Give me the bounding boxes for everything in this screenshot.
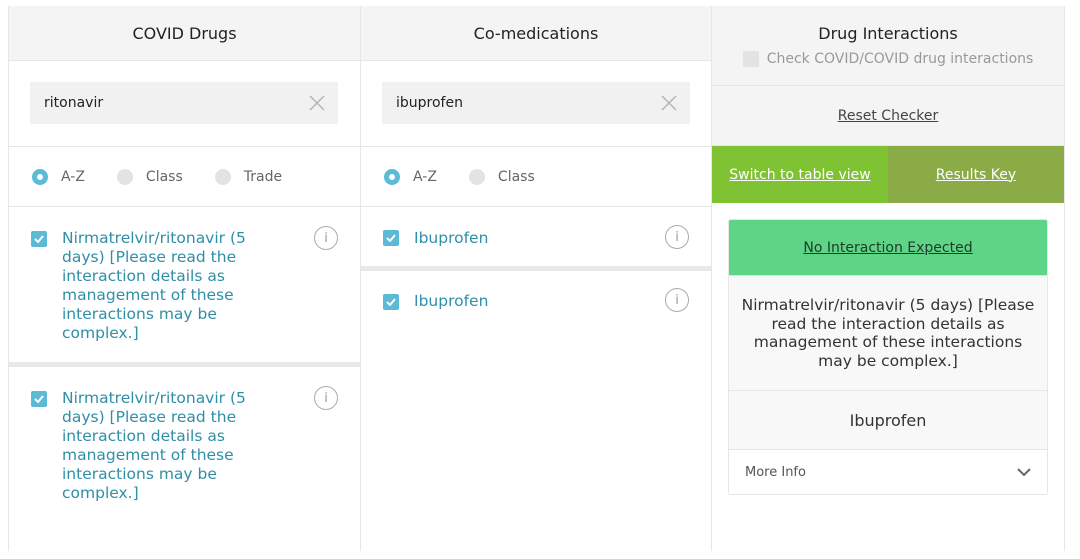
radio-selected-icon [384, 168, 400, 185]
covid-sort-options: A-Z Class Trade [9, 147, 360, 207]
close-icon[interactable] [308, 94, 326, 112]
radio-az[interactable]: A-Z [32, 168, 85, 185]
checkbox-checked-icon[interactable] [31, 231, 47, 247]
comed-sort-options: A-Z Class [361, 147, 711, 207]
comedications-column: Co-medications A-Z Class [360, 6, 711, 551]
checkbox-checked-icon[interactable] [383, 294, 399, 310]
checkbox-checked-icon[interactable] [383, 230, 399, 246]
info-icon[interactable]: i [314, 226, 338, 250]
comed-search-input[interactable] [382, 82, 652, 124]
comedications-header: Co-medications [361, 6, 711, 61]
list-item[interactable]: Ibuprofen i [361, 207, 711, 271]
list-item[interactable]: Ibuprofen i [361, 271, 711, 312]
interaction-checker: COVID Drugs A-Z Class Trade [0, 0, 1080, 559]
checkbox-checked-icon[interactable] [31, 391, 47, 407]
reset-row: Reset Checker [712, 86, 1064, 146]
covid-search-box [30, 82, 338, 124]
radio-class[interactable]: Class [468, 168, 535, 185]
interactions-title: Drug Interactions [818, 24, 958, 43]
radio-trade-label: Trade [243, 168, 283, 185]
list-item[interactable]: Nirmatrelvir/ritonavir (5 days) [Please … [9, 367, 360, 503]
reset-checker-link[interactable]: Reset Checker [838, 108, 939, 124]
drug-label: Nirmatrelvir/ritonavir (5 days) [Please … [62, 389, 246, 502]
radio-unselected-icon [214, 168, 231, 185]
interactions-header: Drug Interactions Check COVID/COVID drug… [712, 6, 1064, 86]
results-key-button[interactable]: Results Key [888, 146, 1064, 203]
covid-search-input[interactable] [30, 82, 300, 124]
info-icon[interactable]: i [665, 288, 689, 312]
covid-covid-check-label: Check COVID/COVID drug interactions [766, 51, 1034, 67]
result-comedication: Ibuprofen [729, 391, 1047, 450]
radio-az-label: A-Z [61, 168, 85, 185]
info-icon[interactable]: i [314, 386, 338, 410]
radio-class-label: Class [497, 168, 535, 185]
radio-unselected-icon [116, 168, 133, 185]
more-info-label: More Info [745, 464, 806, 480]
checkbox-unchecked-icon[interactable] [742, 51, 759, 67]
drug-label: Nirmatrelvir/ritonavir (5 days) [Please … [62, 229, 246, 342]
radio-trade[interactable]: Trade [214, 168, 283, 185]
more-info-toggle[interactable]: More Info [729, 450, 1047, 494]
comed-search-area [361, 61, 711, 147]
interaction-status-link[interactable]: No Interaction Expected [729, 220, 1047, 276]
drug-label: Ibuprofen [414, 229, 489, 247]
view-buttons: Switch to table view Results Key [712, 146, 1064, 203]
interaction-result-card: No Interaction Expected Nirmatrelvir/rit… [728, 219, 1048, 495]
chevron-down-icon [1017, 467, 1031, 476]
comed-search-box [382, 82, 690, 124]
info-icon[interactable]: i [665, 225, 689, 249]
covid-drugs-column: COVID Drugs A-Z Class Trade [8, 6, 360, 551]
interactions-column: Drug Interactions Check COVID/COVID drug… [711, 6, 1065, 551]
result-covid-drug: Nirmatrelvir/ritonavir (5 days) [Please … [729, 276, 1047, 391]
covid-covid-check[interactable]: Check COVID/COVID drug interactions [712, 51, 1064, 67]
list-item[interactable]: Nirmatrelvir/ritonavir (5 days) [Please … [9, 207, 360, 367]
radio-az[interactable]: A-Z [384, 168, 437, 185]
radio-az-label: A-Z [413, 168, 437, 185]
covid-search-area [9, 61, 360, 147]
drug-label: Ibuprofen [414, 292, 489, 310]
close-icon[interactable] [660, 94, 678, 112]
covid-drugs-header: COVID Drugs [9, 6, 360, 61]
radio-unselected-icon [468, 168, 485, 185]
switch-to-table-button[interactable]: Switch to table view [712, 146, 888, 203]
radio-selected-icon [32, 168, 48, 185]
radio-class-label: Class [145, 168, 183, 185]
radio-class[interactable]: Class [116, 168, 183, 185]
